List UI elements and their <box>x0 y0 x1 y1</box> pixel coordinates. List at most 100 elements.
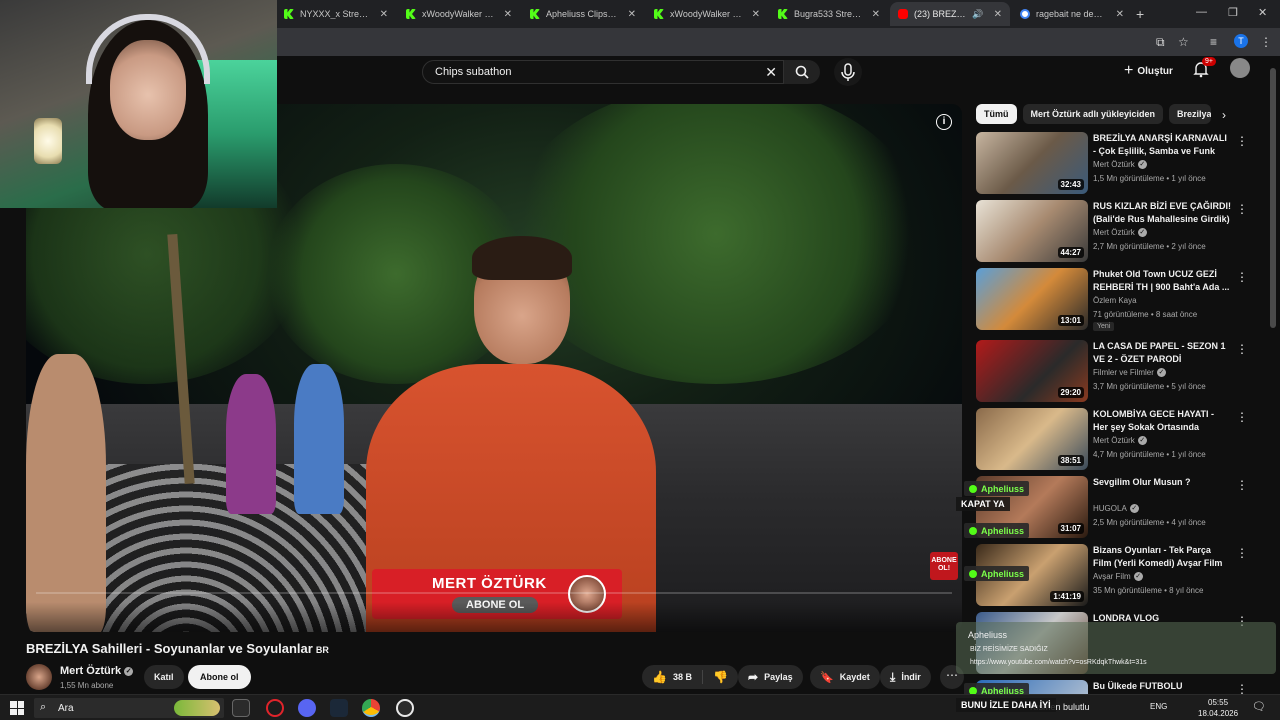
recommendation-channel[interactable]: Mert Öztürk ✓ <box>1093 228 1147 238</box>
share-icon: ➦ <box>748 670 759 684</box>
recommendation-menu-icon[interactable]: ⋮ <box>1236 270 1248 284</box>
page-scrollbar[interactable] <box>1270 68 1276 328</box>
like-count[interactable]: 38 B <box>673 672 692 682</box>
discord-icon[interactable] <box>298 699 316 717</box>
kick-icon <box>406 9 416 19</box>
opera-icon[interactable] <box>266 699 284 717</box>
recommendation-channel[interactable]: Filmler ve Filmler ✓ <box>1093 368 1166 378</box>
minimize-icon[interactable]: — <box>1196 6 1207 18</box>
task-view-icon[interactable] <box>232 699 250 717</box>
browser-tab[interactable]: Bugra533 Stream - W✕ <box>770 2 888 26</box>
obs-icon[interactable] <box>396 699 414 717</box>
recommendation-menu-icon[interactable]: ⋮ <box>1236 478 1248 492</box>
recommendation-thumbnail[interactable]: 44:27 <box>976 200 1088 262</box>
recommendation-item[interactable]: 44:27 RUS KIZLAR BİZİ EVE ÇAĞIRDI! (Bali… <box>976 200 1256 262</box>
speaker-icon[interactable]: 🔊 <box>972 9 983 20</box>
browser-tab[interactable]: xWoodyWalker Strea✕ <box>398 2 520 26</box>
steam-icon[interactable] <box>330 699 348 717</box>
webcam-lamp <box>34 118 62 164</box>
chrome-icon[interactable] <box>362 699 380 717</box>
subscribe-button[interactable]: Abone ol <box>188 665 251 689</box>
close-tab-icon[interactable]: ✕ <box>628 9 636 20</box>
recommendation-thumbnail[interactable]: 13:01 <box>976 268 1088 330</box>
thumbs-up-icon[interactable]: 👍 <box>652 670 667 684</box>
recommendation-thumbnail[interactable]: 38:51 <box>976 408 1088 470</box>
recommendation-channel[interactable]: Avşar Film ✓ <box>1093 572 1143 582</box>
info-icon[interactable]: i <box>936 114 952 130</box>
thumbs-down-icon[interactable]: 👎 <box>713 670 728 684</box>
account-avatar[interactable] <box>1230 58 1250 78</box>
recommendation-item[interactable]: 29:20 LA CASA DE PAPEL - SEZON 1 VE 2 - … <box>976 340 1256 402</box>
recommendation-channel[interactable]: HUGOLA ✓ <box>1093 504 1139 514</box>
windows-start-icon[interactable] <box>10 701 24 715</box>
taskbar-search[interactable]: ⌕ Ara <box>34 698 224 718</box>
recommendation-menu-icon[interactable]: ⋮ <box>1236 202 1248 216</box>
close-tab-icon[interactable]: ✕ <box>752 9 760 20</box>
verified-icon: ✓ <box>1137 228 1147 238</box>
notifications-button[interactable]: 9+ <box>1192 57 1216 80</box>
recommendation-channel[interactable]: Özlem Kaya <box>1093 296 1137 305</box>
video-progress-bar[interactable] <box>36 592 952 594</box>
recommendation-menu-icon[interactable]: ⋮ <box>1236 546 1248 560</box>
subscribe-corner-badge[interactable]: ABONE OL! <box>930 552 958 580</box>
bookmark-star-icon[interactable]: ☆ <box>1178 35 1189 49</box>
window-close-icon[interactable]: ✕ <box>1258 6 1267 19</box>
kick-icon <box>284 9 294 19</box>
recommendation-item[interactable]: 13:01 Phuket Old Town UCUZ GEZİ REHBERİ … <box>976 268 1256 331</box>
close-tab-icon[interactable]: ✕ <box>872 9 880 20</box>
chevron-right-icon[interactable]: › <box>1222 108 1226 122</box>
taskbar-clock[interactable]: 05:55 18.04.2026 <box>1198 697 1238 719</box>
chip-all[interactable]: Tümü <box>976 104 1017 124</box>
media-icon[interactable]: ≡ <box>1210 35 1217 49</box>
close-tab-icon[interactable]: ✕ <box>994 9 1002 20</box>
new-tab-button[interactable]: + <box>1136 6 1144 22</box>
search-icon <box>795 65 809 79</box>
browser-tab[interactable]: NYXXX_x Stream - W✕ <box>276 2 396 26</box>
chip-brazil[interactable]: Brezilya <box>1169 104 1212 124</box>
recommendation-channel[interactable]: Mert Öztürk ✓ <box>1093 436 1147 446</box>
chip-from-uploader[interactable]: Mert Öztürk adlı yükleyiciden <box>1022 104 1164 124</box>
close-tab-icon[interactable]: ✕ <box>504 9 512 20</box>
search-input[interactable]: Chips subathon ✕ <box>422 60 784 84</box>
clear-search-icon[interactable]: ✕ <box>765 64 777 81</box>
notification-center-icon[interactable]: 🗨 <box>1252 700 1266 713</box>
save-button[interactable]: 🔖 Kaydet <box>810 665 880 689</box>
restore-icon[interactable]: ❐ <box>1228 6 1238 19</box>
channel-name[interactable]: Mert Öztürk ✓ <box>60 665 134 677</box>
browser-tab[interactable]: xWoodyWalker Strea✕ <box>646 2 768 26</box>
bookmark-icon: 🔖 <box>820 671 834 684</box>
recommendation-menu-icon[interactable]: ⋮ <box>1236 342 1248 356</box>
share-button[interactable]: ➦ Paylaş <box>738 665 803 689</box>
profile-avatar[interactable]: T <box>1234 34 1248 48</box>
voice-search-button[interactable] <box>834 58 862 86</box>
recommendation-channel[interactable]: Mert Öztürk ✓ <box>1093 160 1147 170</box>
browser-tab[interactable]: Apheliuss Clips - Wat✕ <box>522 2 644 26</box>
recommendation-menu-icon[interactable]: ⋮ <box>1236 134 1248 148</box>
browser-tab-active[interactable]: (23) BREZİLYA Sah🔊✕ <box>890 2 1010 26</box>
menu-kebab-icon[interactable]: ⋮ <box>1260 35 1272 49</box>
download-button[interactable]: ⤓ İndir <box>880 665 931 689</box>
recommendation-thumbnail[interactable]: 32:43 <box>976 132 1088 194</box>
close-tab-icon[interactable]: ✕ <box>380 9 388 20</box>
join-button[interactable]: Katıl <box>144 665 184 689</box>
subscriber-count: 1,55 Mn abone <box>60 681 114 690</box>
install-icon[interactable]: ⧉ <box>1156 35 1165 50</box>
channel-avatar[interactable] <box>26 664 52 690</box>
browser-tab[interactable]: ragebait ne demek ✕ <box>1012 2 1132 26</box>
recommendation-item[interactable]: 32:43 BREZİLYA ANARŞİ KARNAVALI - Çok Eş… <box>976 132 1256 194</box>
new-badge: Yeni <box>1093 322 1115 331</box>
windows-taskbar: ⌕ Ara Kısmen bulutlu ENG 05:55 18.04.2026… <box>0 694 1280 720</box>
create-button[interactable]: + Oluştur <box>1116 60 1181 82</box>
verified-icon: ✓ <box>1137 436 1147 446</box>
video-scene-tree <box>506 104 926 384</box>
kick-icon <box>969 569 977 578</box>
search-highlight-icon <box>174 700 220 716</box>
recommendation-item[interactable]: 38:51 KOLOMBİYA GECE HAYATI - Her şey So… <box>976 408 1256 470</box>
microphone-icon <box>841 63 855 81</box>
close-tab-icon[interactable]: ✕ <box>1116 9 1124 20</box>
filter-chips: Tümü Mert Öztürk adlı yükleyiciden Brezi… <box>976 104 1212 124</box>
recommendation-thumbnail[interactable]: 29:20 <box>976 340 1088 402</box>
kick-icon <box>654 9 664 19</box>
search-button[interactable] <box>784 60 820 84</box>
recommendation-menu-icon[interactable]: ⋮ <box>1236 410 1248 424</box>
